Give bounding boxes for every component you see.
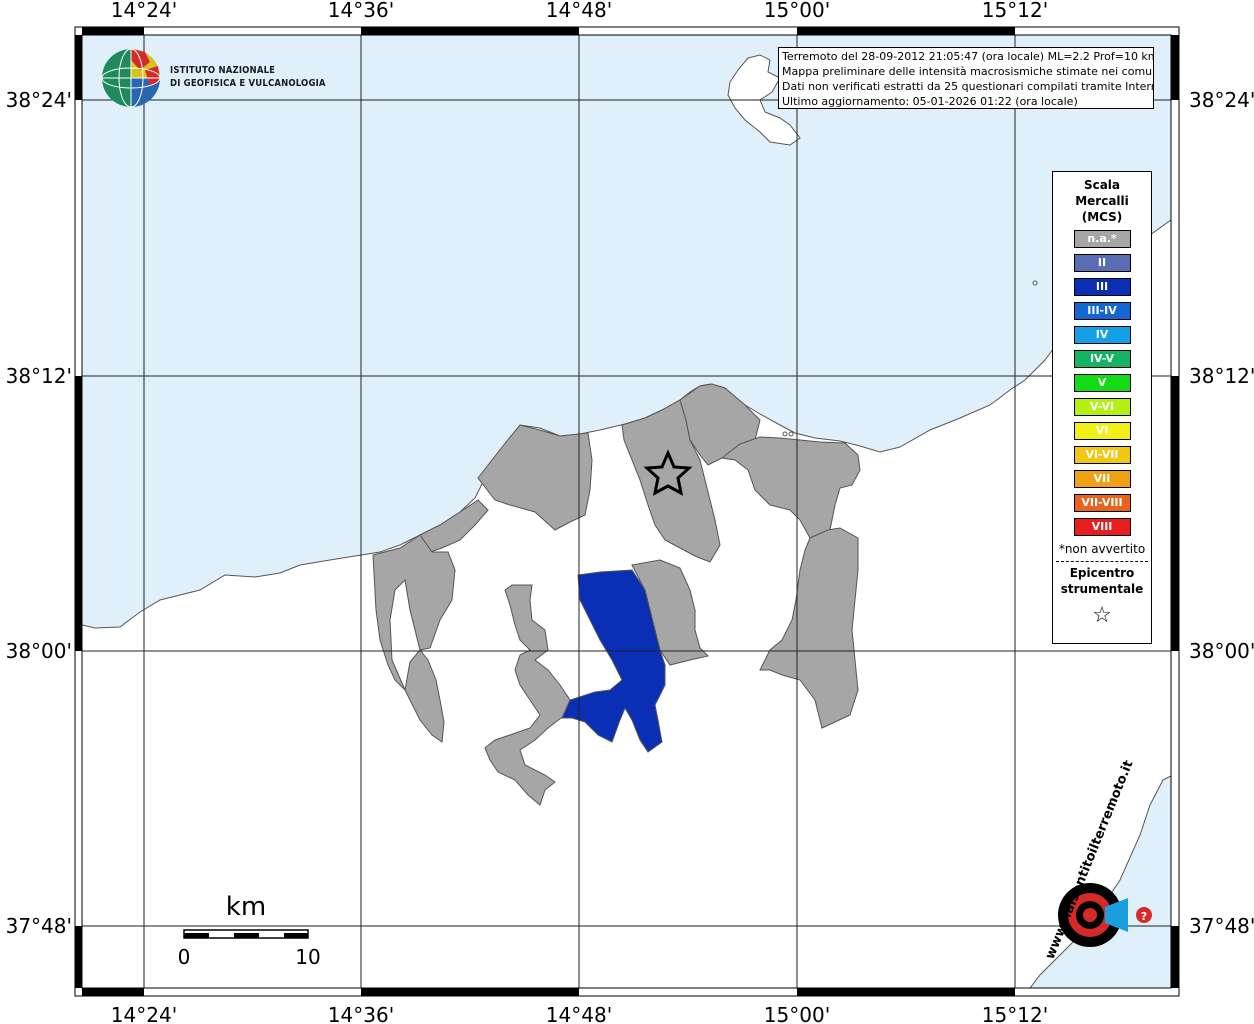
longitude-label: 15°12' [982, 0, 1048, 22]
legend-epicenter-label: Epicentro strumentale [1053, 565, 1151, 597]
legend-title: Scala Mercalli (MCS) [1053, 177, 1151, 225]
legend-title-line-3: (MCS) [1081, 210, 1123, 224]
scale-start: 0 [178, 945, 191, 969]
legend-swatch: II [1073, 254, 1131, 272]
legend-swatch: VI [1073, 422, 1131, 440]
legend-swatch: n.a.* [1073, 230, 1131, 248]
longitude-label: 14°36' [328, 1003, 394, 1024]
latitude-labels-right: 38°24' 38°12' 38°00' 37°48' [1189, 88, 1254, 938]
legend-swatch: VII-VIII [1073, 494, 1131, 512]
legend-swatches: n.a.* II III III-IV IV IV-V V V-VI VI VI-VII VII VI… [1053, 230, 1151, 536]
latitude-label: 38°24' [1189, 88, 1254, 112]
latitude-label: 38°00' [1189, 639, 1254, 663]
longitude-label: 15°00' [764, 1003, 830, 1024]
legend-swatch: III [1073, 278, 1131, 296]
latitude-label: 37°48' [6, 914, 72, 938]
legend-swatch: VII [1073, 470, 1131, 488]
legend-epicenter-line-1: Epicentro [1069, 566, 1135, 580]
scale-segment [284, 933, 308, 938]
latitude-label: 38°24' [6, 88, 72, 112]
longitude-label: 14°48' [546, 1003, 612, 1024]
latitude-labels-left: 38°24' 38°12' 38°00' 37°48' [6, 88, 72, 938]
longitude-labels-top: 14°24' 14°36' 14°48' 15°00' 15°12' [111, 0, 1048, 22]
legend-note: *non avvertito [1058, 542, 1146, 556]
legend-swatch: IV-V [1073, 350, 1131, 368]
scale-end: 10 [295, 945, 320, 969]
legend-title-line-2: Mercalli [1075, 194, 1129, 208]
latitude-label: 38°12' [6, 364, 72, 388]
scale-unit: km [226, 892, 266, 922]
latitude-label: 37°48' [1189, 914, 1254, 938]
longitude-labels-bottom: 14°24' 14°36' 14°48' 15°00' 15°12' [111, 1003, 1048, 1024]
event-info-line-1: Terremoto del 28-09-2012 21:05:47 (ora l… [782, 50, 1154, 63]
event-info-line-3: Dati non verificati estratti da 25 quest… [782, 80, 1154, 93]
longitude-label: 14°36' [328, 0, 394, 22]
longitude-label: 15°12' [982, 1003, 1048, 1024]
scale-segment [234, 933, 259, 938]
legend-swatch: VI-VII [1073, 446, 1131, 464]
ingv-line-1: ISTITUTO NAZIONALE [170, 65, 276, 76]
longitude-label: 14°24' [111, 0, 177, 22]
event-info-line-4: Ultimo aggiornamento: 05-01-2026 01:22 (… [782, 95, 1078, 108]
legend-swatch: III-IV [1073, 302, 1131, 320]
legend-swatch: VIII [1073, 518, 1131, 536]
ingv-logo-icon [101, 48, 161, 108]
legend-swatch: IV [1073, 326, 1131, 344]
event-info-box: Terremoto del 28-09-2012 21:05:47 (ora l… [778, 47, 1154, 109]
legend-swatch: V [1073, 374, 1131, 392]
svg-text:?: ? [1141, 910, 1147, 923]
islet [788, 431, 794, 437]
event-info-line-2: Mappa preliminare delle intensità macros… [782, 65, 1154, 78]
ingv-line-2: DI GEOFISICA E VULCANOLOGIA [170, 78, 326, 89]
legend-star-icon: ☆ [1092, 603, 1112, 628]
ingv-logo-text: ISTITUTO NAZIONALE DI GEOFISICA E VULCAN… [170, 64, 326, 90]
latitude-label: 38°00' [6, 639, 72, 663]
legend-epicenter-line-2: strumentale [1060, 582, 1144, 596]
intensity-legend: Scala Mercalli (MCS) n.a.* II III III-IV IV I… [1052, 171, 1152, 644]
longitude-label: 15°00' [764, 0, 830, 22]
scale-segment [184, 933, 209, 938]
longitude-label: 14°48' [546, 0, 612, 22]
islet [1032, 280, 1038, 286]
legend-title-line-1: Scala [1083, 178, 1121, 192]
legend-swatch: V-VI [1073, 398, 1131, 416]
longitude-label: 14°24' [111, 1003, 177, 1024]
map-area [82, 35, 1171, 988]
latitude-label: 38°12' [1189, 364, 1254, 388]
islet [782, 431, 788, 437]
legend-divider [1056, 561, 1148, 562]
